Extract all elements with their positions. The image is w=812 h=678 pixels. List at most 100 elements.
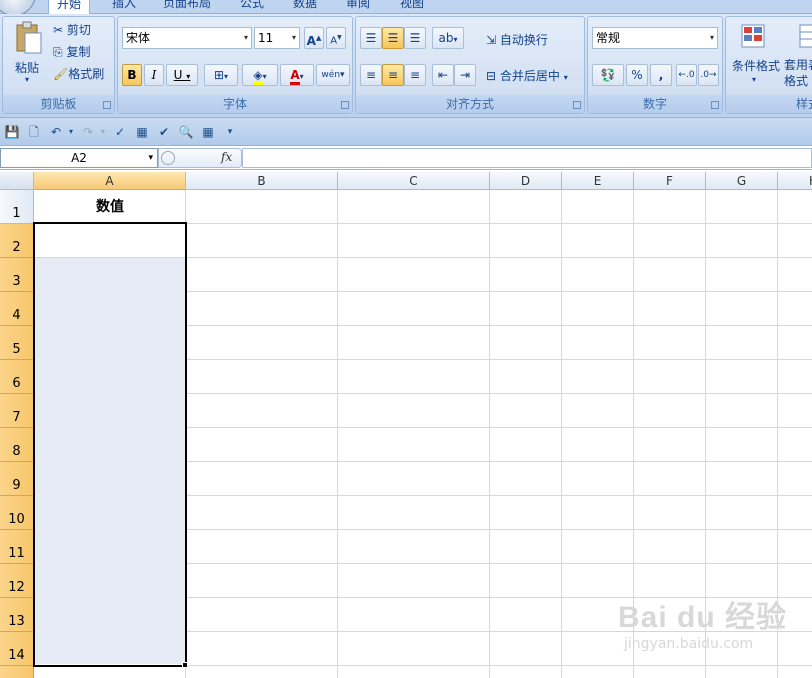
row-header-6[interactable]: 6	[0, 360, 34, 394]
fill-handle[interactable]	[182, 662, 188, 668]
column-header-b[interactable]: B	[186, 172, 338, 190]
redo-icon[interactable]: ↷	[80, 124, 96, 140]
format-as-table-button[interactable]: 套用表格格式	[784, 57, 812, 89]
font-color-button[interactable]: A▾	[280, 64, 314, 86]
number-dialog-launcher[interactable]	[711, 101, 719, 109]
cut-button[interactable]: ✂ 剪切	[53, 21, 113, 38]
tab-review[interactable]: 审阅	[338, 0, 378, 12]
borders-button[interactable]: ⊞▾	[204, 64, 238, 86]
row-header-3[interactable]: 3	[0, 258, 34, 292]
row-header-11[interactable]: 11	[0, 530, 34, 564]
formula-input[interactable]	[242, 148, 812, 168]
bold-button[interactable]: B	[122, 64, 142, 86]
row-header-15[interactable]	[0, 666, 34, 678]
decrease-decimal-button[interactable]: .0→	[698, 64, 719, 86]
middle-align-button[interactable]: ☰	[382, 27, 404, 49]
orientation-button[interactable]: ab▾	[432, 27, 464, 49]
row-header-5[interactable]: 5	[0, 326, 34, 360]
undo-dropdown-icon[interactable]: ▾	[63, 124, 79, 140]
increase-decimal-button[interactable]: ←.0	[676, 64, 697, 86]
conditional-format-button[interactable]: 条件格式	[732, 57, 780, 74]
align-right-button[interactable]: ≡	[404, 64, 426, 86]
redo-dropdown-icon[interactable]: ▾	[95, 124, 111, 140]
column-header-g[interactable]: G	[706, 172, 778, 190]
table-format-icon[interactable]	[798, 23, 812, 53]
fill-color-button[interactable]: ◈▾	[242, 64, 278, 86]
column-header-h[interactable]: H	[778, 172, 812, 190]
accounting-format-button[interactable]: 💱	[592, 64, 624, 86]
chevron-down-icon: ▾	[340, 70, 345, 80]
percent-style-button[interactable]: %	[626, 64, 648, 86]
spellcheck-abc-icon[interactable]: ✔	[156, 124, 172, 140]
font-name-combo[interactable]: 宋体 ▾	[122, 27, 252, 49]
name-box[interactable]: A2 ▾	[0, 148, 158, 168]
customize-toolbar-icon[interactable]: ▾	[222, 124, 238, 140]
undo-icon[interactable]: ↶	[48, 124, 64, 140]
align-center-button[interactable]: ≡	[382, 64, 404, 86]
tab-formulas[interactable]: 公式	[232, 0, 272, 12]
row-header-4[interactable]: 4	[0, 292, 34, 326]
font-size-combo[interactable]: 11 ▾	[254, 27, 300, 49]
tab-home[interactable]: 开始	[48, 0, 91, 15]
shrink-font-button[interactable]: A▼	[326, 27, 346, 49]
bottom-align-button[interactable]: ☰	[404, 27, 426, 49]
decrease-indent-button[interactable]: ⇤	[432, 64, 454, 86]
insert-function-button[interactable]: fx	[221, 150, 232, 164]
tab-insert[interactable]: 插入	[104, 0, 144, 12]
row-header-14[interactable]: 14	[0, 632, 34, 666]
print-preview-icon[interactable]: 🔍	[178, 124, 194, 140]
new-file-icon[interactable]: 🗋	[26, 124, 42, 140]
cell-a1[interactable]: 数值	[35, 190, 185, 224]
column-header-f[interactable]: F	[634, 172, 706, 190]
number-group: 常规 ▾ 💱 % , ←.0 .0→ 数字	[587, 16, 723, 114]
top-align-button[interactable]: ☰	[360, 27, 382, 49]
column-header-e[interactable]: E	[562, 172, 634, 190]
increase-indent-button[interactable]: ⇥	[454, 64, 476, 86]
merge-center-button[interactable]: ⊟ 合并后居中 ▾	[486, 67, 568, 84]
alignment-dialog-launcher[interactable]	[573, 101, 581, 109]
conditional-format-icon[interactable]	[740, 23, 768, 53]
chevron-down-icon: ▾	[563, 73, 568, 82]
watermark-url: jingyan.baidu.com	[624, 636, 754, 652]
format-painter-button[interactable]: 🖌格式刷	[53, 65, 115, 82]
calculator-icon[interactable]: ▦	[134, 124, 150, 140]
wrap-text-button[interactable]: ⇲ 自动换行	[486, 31, 548, 48]
tab-data[interactable]: 数据	[285, 0, 325, 12]
align-bottom-icon: ☰	[409, 31, 421, 45]
copy-button[interactable]: ⎘ 复制	[53, 43, 113, 60]
column-header-a[interactable]: A	[34, 172, 186, 190]
row-header-1[interactable]: 1	[0, 190, 34, 224]
clipboard-dialog-launcher[interactable]	[103, 101, 111, 109]
paste-icon[interactable]	[13, 21, 45, 57]
paste-button[interactable]: 粘贴	[15, 59, 39, 76]
row-header-12[interactable]: 12	[0, 564, 34, 598]
paste-dropdown-arrow[interactable]: ▾	[25, 75, 29, 84]
row-header-7[interactable]: 7	[0, 394, 34, 428]
align-left-button[interactable]: ≡	[360, 64, 382, 86]
borders-icon: ⊞	[213, 68, 225, 82]
chevron-down-icon: ▾	[299, 72, 304, 81]
underline-button[interactable]: U ▾	[166, 64, 198, 86]
borders-grid-icon[interactable]: ▦	[200, 124, 216, 140]
save-icon[interactable]: 💾	[4, 124, 20, 140]
select-all-corner[interactable]	[0, 172, 34, 190]
row-header-10[interactable]: 10	[0, 496, 34, 530]
phonetic-button[interactable]: wén▾	[316, 64, 350, 86]
column-header-d[interactable]: D	[490, 172, 562, 190]
row-header-9[interactable]: 9	[0, 462, 34, 496]
tab-page-layout[interactable]: 页面布局	[155, 0, 219, 12]
chevron-down-icon: ▾	[453, 35, 458, 44]
font-dialog-launcher[interactable]	[341, 101, 349, 109]
comma-style-button[interactable]: ,	[650, 64, 672, 86]
tab-view[interactable]: 视图	[392, 0, 432, 12]
chevron-down-icon[interactable]: ▾	[752, 75, 756, 84]
column-header-c[interactable]: C	[338, 172, 490, 190]
spelling-icon[interactable]: ✓	[112, 124, 128, 140]
italic-button[interactable]: I	[144, 64, 164, 86]
grow-font-button[interactable]: A▲	[304, 27, 324, 49]
row-header-8[interactable]: 8	[0, 428, 34, 462]
row-header-13[interactable]: 13	[0, 598, 34, 632]
expand-circle-icon[interactable]	[161, 151, 175, 165]
row-header-2[interactable]: 2	[0, 224, 34, 258]
number-format-combo[interactable]: 常规 ▾	[592, 27, 718, 49]
